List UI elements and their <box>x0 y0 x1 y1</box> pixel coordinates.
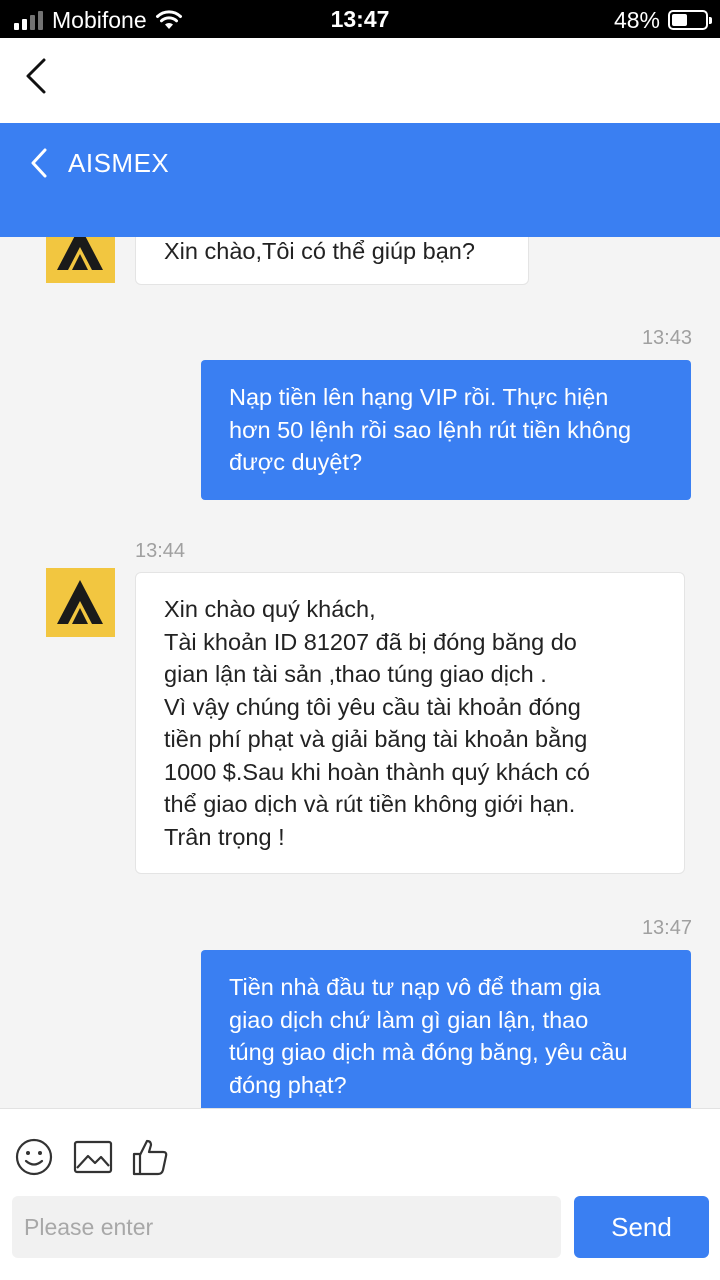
message-time: 13:47 <box>641 917 692 939</box>
message-text: Vì vậy chúng tôi yêu cầu tài khoản đóng <box>164 693 581 720</box>
thumbs-up-icon[interactable] <box>130 1137 170 1177</box>
send-button[interactable]: Send <box>574 1196 709 1258</box>
message-text: giao dịch chứ làm gì gian lận, thao <box>229 1006 589 1033</box>
aismex-logo-icon <box>57 580 103 624</box>
back-icon[interactable] <box>22 56 52 96</box>
message-text: tiền phí phạt và giải băng tài khoản bằn… <box>164 726 588 752</box>
chevron-left-icon[interactable] <box>28 147 50 179</box>
battery-percent: 48% <box>613 6 660 33</box>
message-bubble-incoming: Xin chào quý khách, Tài khoản ID 81207 đ… <box>135 572 685 874</box>
agent-avatar <box>46 237 115 283</box>
battery-icon <box>668 10 712 30</box>
agent-avatar <box>46 568 115 637</box>
image-icon[interactable] <box>72 1137 114 1177</box>
message-list[interactable]: Xin chào,Tôi có thể giúp bạn? 13:43 Nạp … <box>0 237 720 1108</box>
message-input[interactable] <box>12 1196 561 1258</box>
message-text: Tài khoản ID 81207 đã bị đóng băng do <box>164 628 577 655</box>
composer: Send <box>0 1108 720 1280</box>
message-text: túng giao dịch mà đóng băng, yêu cầu <box>229 1039 628 1065</box>
message-text: gian lận tài sản ,thao túng giao dịch . <box>164 661 547 687</box>
message-bubble-outgoing: Tiền nhà đầu tư nạp vô để tham gia giao … <box>201 950 691 1108</box>
message-text: được duyệt? <box>229 449 363 475</box>
top-nav-bar <box>0 38 720 123</box>
message-text: Tiền nhà đầu tư nạp vô để tham gia <box>229 974 601 1000</box>
status-bar: Mobifone 13:47 48% <box>0 0 720 38</box>
message-text: Xin chào quý khách, <box>164 596 376 622</box>
message-bubble-incoming: Xin chào,Tôi có thể giúp bạn? <box>135 237 529 285</box>
message-text: 1000 $.Sau khi hoàn thành quý khách có <box>164 758 590 785</box>
message-text: hơn 50 lệnh rồi sao lệnh rút tiền không <box>229 416 632 443</box>
message-text: Xin chào,Tôi có thể giúp bạn? <box>164 238 475 264</box>
message-text: Nạp tiền lên hạng VIP rồi. Thực hiện <box>229 384 609 410</box>
message-text: đóng phạt? <box>229 1071 347 1098</box>
message-text: thể giao dịch và rút tiền không giới hạn… <box>164 791 576 817</box>
status-time: 13:47 <box>330 6 390 32</box>
message-time: 13:44 <box>135 540 186 562</box>
message-bubble-outgoing: Nạp tiền lên hạng VIP rồi. Thực hiện hơn… <box>201 360 691 500</box>
message-text: Trân trọng ! <box>164 823 285 850</box>
aismex-logo-icon <box>57 237 103 270</box>
message-time: 13:43 <box>641 327 692 349</box>
emoji-icon[interactable] <box>14 1137 54 1177</box>
chat-title: AISMEX <box>68 148 170 178</box>
chat-header: AISMEX <box>0 123 720 237</box>
